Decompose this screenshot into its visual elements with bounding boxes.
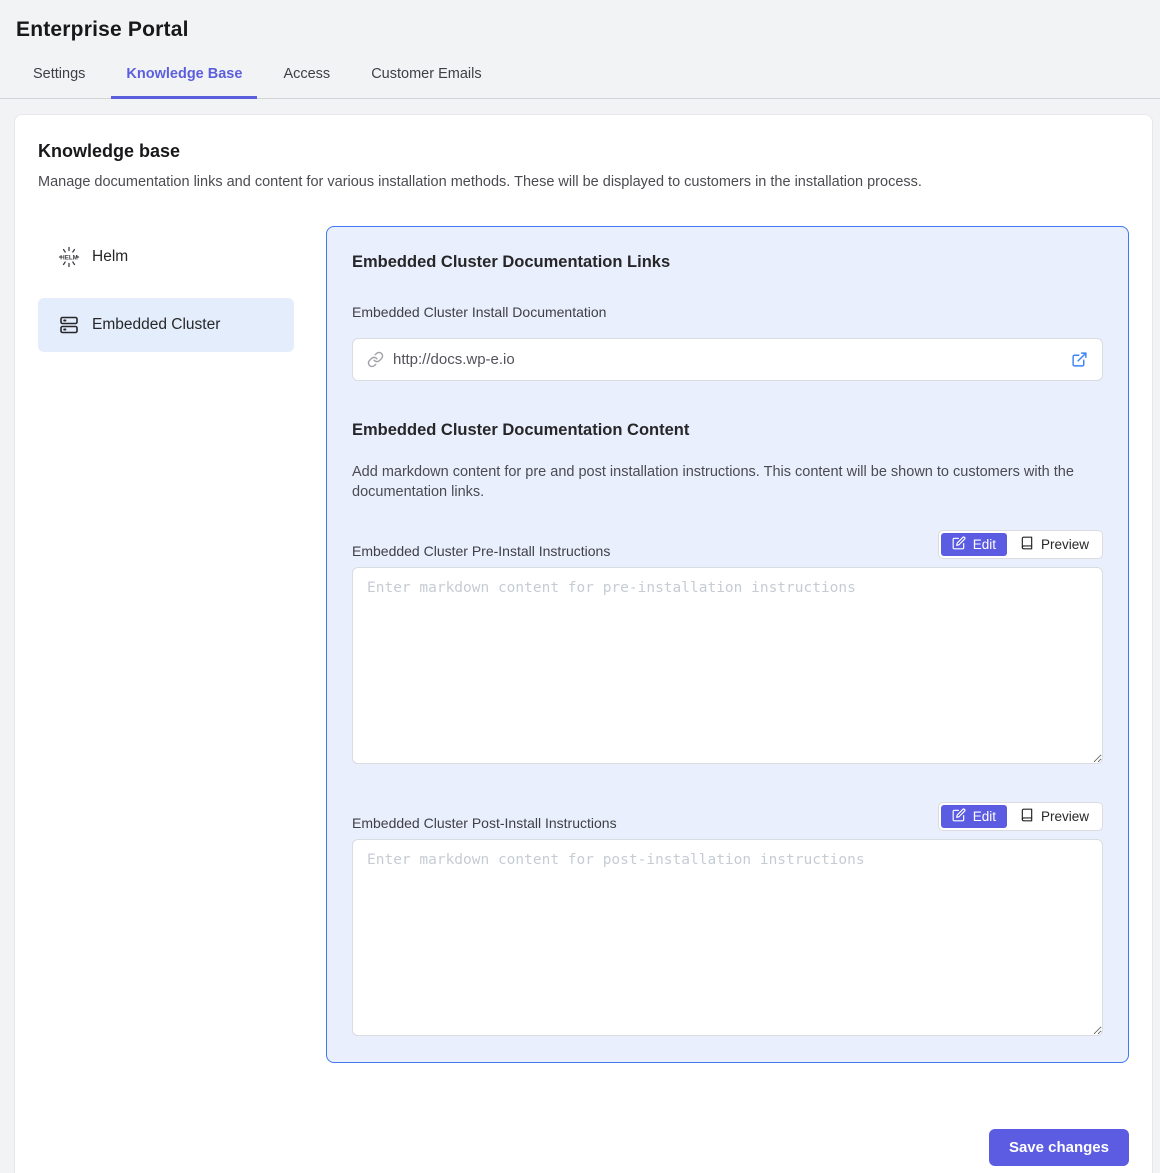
pre-install-label-row: Embedded Cluster Pre-Install Instruction… — [352, 530, 1103, 559]
tab-customer-emails[interactable]: Customer Emails — [356, 60, 496, 99]
content-section-title: Embedded Cluster Documentation Content — [352, 421, 1103, 440]
helm-icon: HELM — [58, 246, 80, 268]
edit-button-label: Edit — [973, 809, 996, 824]
pre-install-label: Embedded Cluster Pre-Install Instruction… — [352, 543, 610, 559]
pre-install-mode-toggle: Edit Preview — [938, 530, 1103, 559]
tab-settings[interactable]: Settings — [18, 60, 100, 99]
external-link-icon[interactable] — [1071, 351, 1088, 368]
embedded-cluster-panel: Embedded Cluster Documentation Links Emb… — [326, 226, 1129, 1063]
post-install-mode-toggle: Edit Preview — [938, 802, 1103, 831]
pre-install-edit-button[interactable]: Edit — [941, 533, 1007, 556]
preview-button-label: Preview — [1041, 537, 1089, 552]
server-stack-icon — [58, 314, 80, 336]
pre-install-preview-button[interactable]: Preview — [1009, 533, 1100, 556]
post-install-label-row: Embedded Cluster Post-Install Instructio… — [352, 802, 1103, 831]
book-icon — [1020, 808, 1034, 825]
install-doc-label: Embedded Cluster Install Documentation — [352, 304, 1103, 320]
card-footer: Save changes — [38, 1129, 1129, 1166]
sidebar-item-embedded-cluster[interactable]: Embedded Cluster — [38, 298, 294, 352]
tab-knowledge-base[interactable]: Knowledge Base — [111, 60, 257, 99]
post-install-edit-button[interactable]: Edit — [941, 805, 1007, 828]
sidebar-item-label: Helm — [92, 248, 128, 266]
sidebar-item-label: Embedded Cluster — [92, 316, 220, 334]
preview-button-label: Preview — [1041, 809, 1089, 824]
pre-install-textarea[interactable] — [352, 567, 1103, 764]
links-section-title: Embedded Cluster Documentation Links — [352, 253, 1103, 272]
tab-bar: Settings Knowledge Base Access Customer … — [0, 60, 1160, 99]
content-section-description: Add markdown content for pre and post in… — [352, 462, 1103, 502]
top-header: Enterprise Portal — [0, 0, 1160, 42]
install-method-sidebar: HELM Helm Embedded Cluster — [38, 226, 294, 1063]
section-title: Knowledge base — [38, 141, 1129, 162]
svg-text:HELM: HELM — [60, 254, 78, 261]
install-doc-field — [352, 338, 1103, 381]
sidebar-item-helm[interactable]: HELM Helm — [38, 230, 294, 284]
page-title: Enterprise Portal — [16, 18, 1144, 42]
edit-icon — [952, 808, 966, 825]
edit-button-label: Edit — [973, 537, 996, 552]
section-description: Manage documentation links and content f… — [38, 174, 1129, 190]
save-changes-button[interactable]: Save changes — [989, 1129, 1129, 1166]
tab-access[interactable]: Access — [268, 60, 345, 99]
post-install-label: Embedded Cluster Post-Install Instructio… — [352, 815, 617, 831]
edit-icon — [952, 536, 966, 553]
install-doc-url-input[interactable] — [352, 338, 1103, 381]
knowledge-base-card: Knowledge base Manage documentation link… — [14, 114, 1153, 1173]
link-icon — [367, 351, 384, 368]
post-install-textarea[interactable] — [352, 839, 1103, 1036]
book-icon — [1020, 536, 1034, 553]
post-install-preview-button[interactable]: Preview — [1009, 805, 1100, 828]
